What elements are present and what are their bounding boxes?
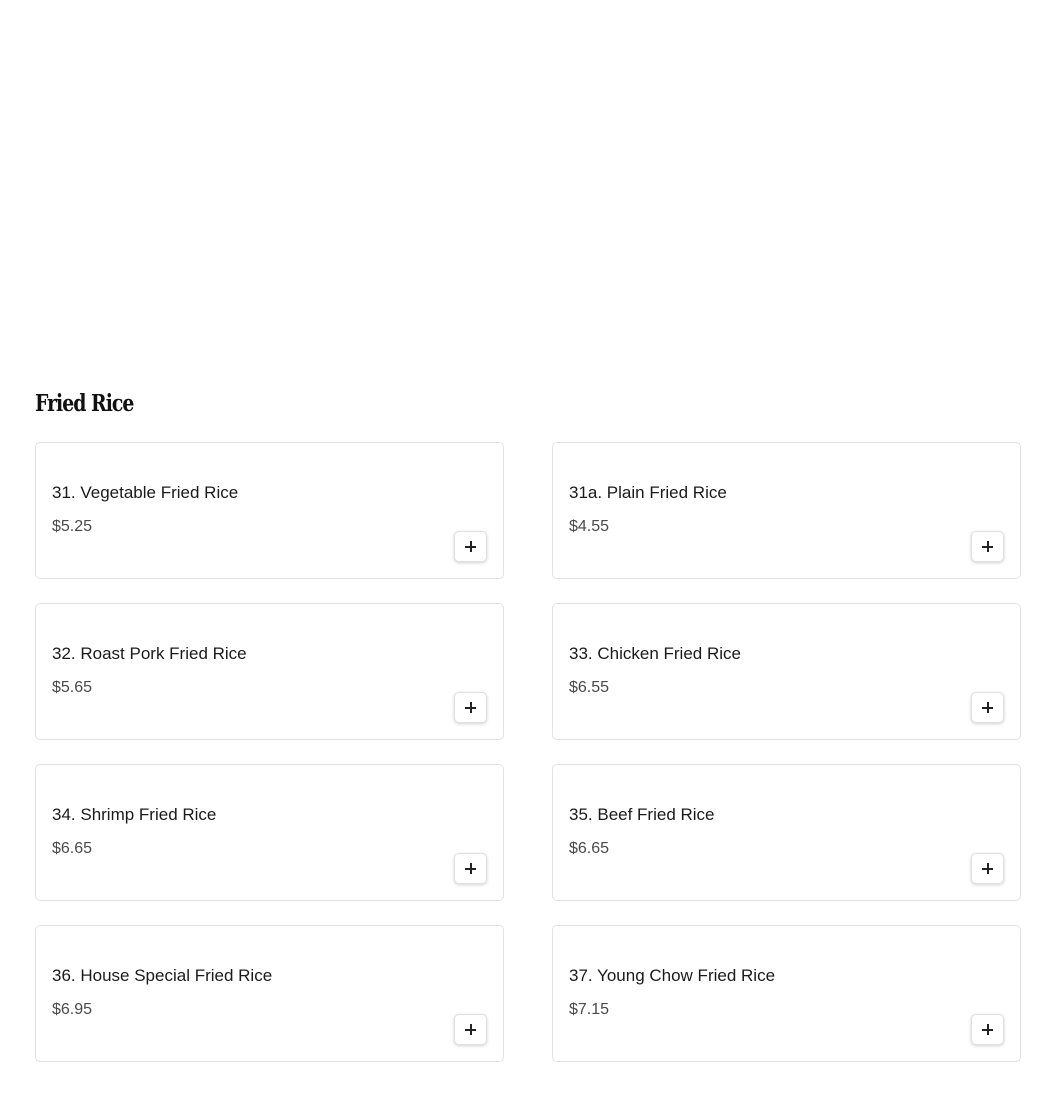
menu-item-name: 37. Young Chow Fried Rice: [569, 966, 776, 985]
add-item-button[interactable]: [971, 531, 1004, 562]
plus-icon: [465, 863, 476, 874]
menu-item-card[interactable]: 37. Young Chow Fried Rice $7.15: [552, 925, 1021, 1062]
menu-item-name: 33. Chicken Fried Rice: [569, 644, 741, 663]
menu-item-card[interactable]: 34. Shrimp Fried Rice $6.65: [35, 764, 504, 901]
menu-item-card[interactable]: 31. Vegetable Fried Rice $5.25: [35, 442, 504, 579]
add-item-button[interactable]: [454, 531, 487, 562]
section-title: Fried Rice: [35, 390, 134, 417]
menu-item-price: $6.65: [569, 840, 610, 857]
plus-icon: [465, 541, 476, 552]
menu-item-card[interactable]: 35. Beef Fried Rice $6.65: [552, 764, 1021, 901]
menu-item-price: $5.65: [52, 679, 93, 696]
menu-item-name: 35. Beef Fried Rice: [569, 805, 715, 824]
menu-item-card[interactable]: 36. House Special Fried Rice $6.95: [35, 925, 504, 1062]
add-item-button[interactable]: [454, 1014, 487, 1045]
menu-section-fried-rice: Fried Rice 31. Vegetable Fried Rice $5.2…: [35, 390, 1021, 1062]
add-item-button[interactable]: [971, 1014, 1004, 1045]
add-item-button[interactable]: [454, 692, 487, 723]
menu-item-price: $6.95: [52, 1001, 93, 1018]
menu-item-name: 31a. Plain Fried Rice: [569, 483, 727, 502]
plus-icon: [465, 1024, 476, 1035]
menu-item-price: $4.55: [569, 518, 610, 535]
menu-item-name: 36. House Special Fried Rice: [52, 966, 273, 985]
add-item-button[interactable]: [454, 853, 487, 884]
plus-icon: [982, 541, 993, 552]
menu-item-price: $6.65: [52, 840, 93, 857]
menu-item-name: 32. Roast Pork Fried Rice: [52, 644, 247, 663]
menu-item-card[interactable]: 32. Roast Pork Fried Rice $5.65: [35, 603, 504, 740]
plus-icon: [982, 1024, 993, 1035]
menu-item-name: 31. Vegetable Fried Rice: [52, 483, 239, 502]
add-item-button[interactable]: [971, 692, 1004, 723]
menu-item-grid: 31. Vegetable Fried Rice $5.25 31a. Plai…: [35, 442, 1021, 1062]
plus-icon: [982, 702, 993, 713]
add-item-button[interactable]: [971, 853, 1004, 884]
menu-item-name: 34. Shrimp Fried Rice: [52, 805, 217, 824]
plus-icon: [982, 863, 993, 874]
menu-item-price: $6.55: [569, 679, 610, 696]
menu-item-card[interactable]: 33. Chicken Fried Rice $6.55: [552, 603, 1021, 740]
menu-item-price: $5.25: [52, 518, 93, 535]
menu-item-card[interactable]: 31a. Plain Fried Rice $4.55: [552, 442, 1021, 579]
plus-icon: [465, 702, 476, 713]
menu-item-price: $7.15: [569, 1001, 610, 1018]
